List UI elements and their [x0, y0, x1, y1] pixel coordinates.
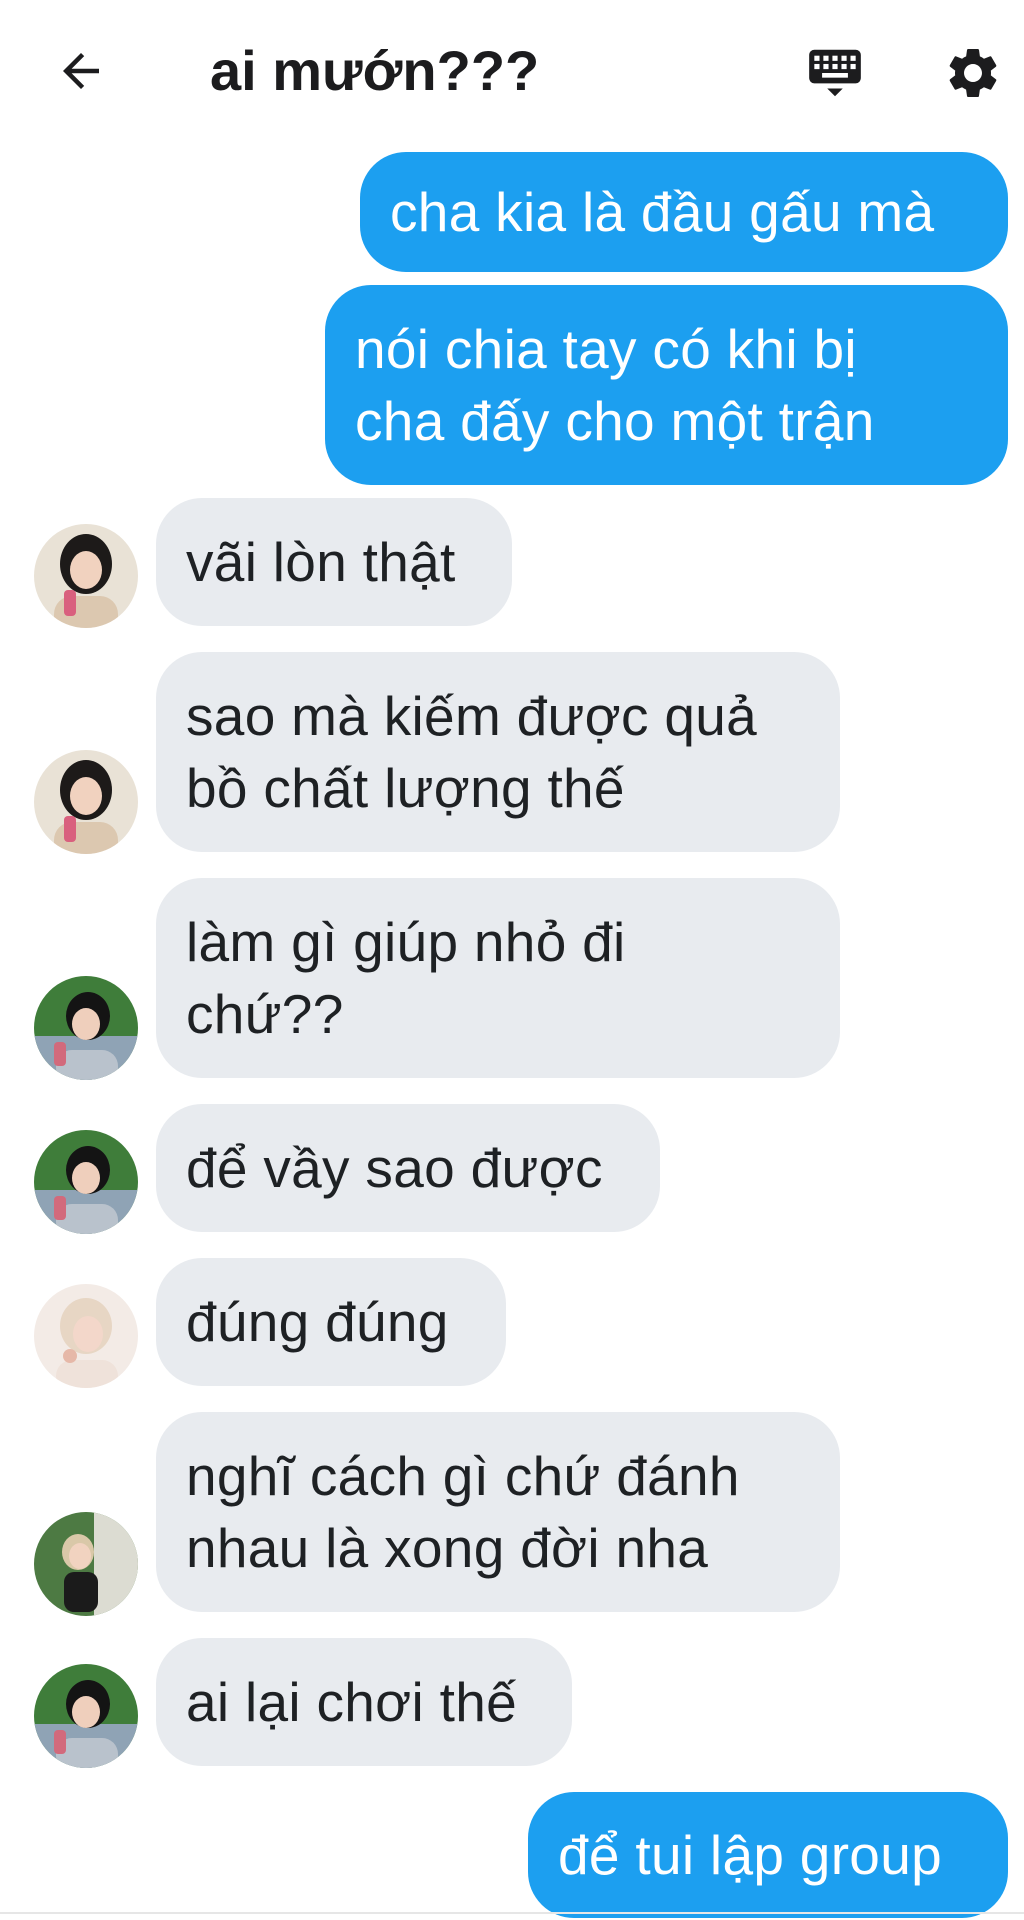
message-text: để tui lập group	[558, 1824, 942, 1886]
divider	[0, 1912, 1024, 1914]
avatar[interactable]	[34, 976, 138, 1080]
settings-button[interactable]	[938, 38, 1008, 108]
received-message: để vầy sao được	[156, 1104, 660, 1232]
received-message: làm gì giúp nhỏ đi chứ??	[156, 878, 840, 1078]
received-message: sao mà kiếm được quả bồ chất lượng thế	[156, 652, 840, 852]
received-message: đúng đúng	[156, 1258, 506, 1386]
sent-message: để tui lập group	[528, 1792, 1008, 1918]
message-text: vãi lòn thật	[186, 531, 456, 593]
message-text: cha kia là đầu gấu mà	[390, 181, 935, 243]
message-text: đúng đúng	[186, 1291, 449, 1353]
sent-message: nói chia tay có khi bị cha đấy cho một t…	[325, 285, 1008, 485]
keyboard-button[interactable]	[800, 38, 870, 108]
received-message: vãi lòn thật	[156, 498, 512, 626]
avatar[interactable]	[34, 1664, 138, 1768]
message-text: nói chia tay có khi bị cha đấy cho một t…	[355, 318, 875, 452]
message-text: nghĩ cách gì chứ đánh nhau là xong đời n…	[186, 1445, 740, 1579]
message-text: để vầy sao được	[186, 1137, 603, 1199]
message-text: làm gì giúp nhỏ đi chứ??	[186, 911, 626, 1045]
message-text: sao mà kiếm được quả bồ chất lượng thế	[186, 685, 758, 819]
avatar[interactable]	[34, 750, 138, 854]
arrow-left-icon	[63, 53, 99, 89]
received-message: nghĩ cách gì chứ đánh nhau là xong đời n…	[156, 1412, 840, 1612]
chat-title: ai mướn???	[210, 39, 540, 102]
avatar[interactable]	[34, 1130, 138, 1234]
back-button[interactable]	[48, 38, 114, 104]
gear-icon	[949, 48, 997, 97]
received-message: ai lại chơi thế	[156, 1638, 572, 1766]
chat-header: ai mướn???	[0, 0, 1024, 140]
message-text: ai lại chơi thế	[186, 1671, 518, 1733]
avatar[interactable]	[34, 1512, 138, 1616]
sent-message: cha kia là đầu gấu mà	[360, 152, 1008, 272]
keyboard-icon	[809, 49, 861, 97]
avatar[interactable]	[34, 1284, 138, 1388]
avatar[interactable]	[34, 524, 138, 628]
